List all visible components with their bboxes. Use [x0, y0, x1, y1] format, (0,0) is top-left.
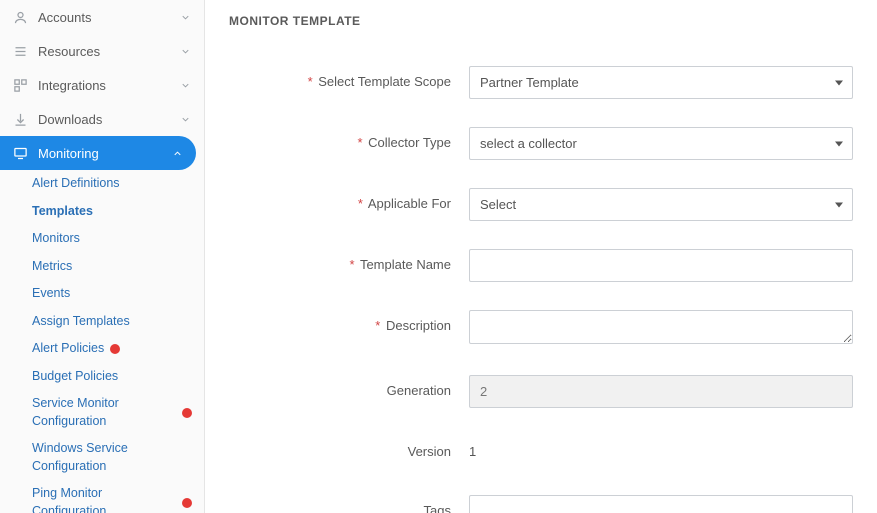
row-tags: Tags [229, 495, 853, 513]
label-template-scope: * Select Template Scope [229, 66, 469, 89]
row-template-scope: * Select Template Scope Partner Template [229, 66, 853, 99]
list-icon [12, 43, 28, 59]
label-version: Version [229, 436, 469, 459]
subnav-label: Templates [32, 203, 93, 221]
textarea-description[interactable] [469, 310, 853, 344]
subnav-label: Alert Definitions [32, 175, 120, 193]
sidebar-label: Integrations [38, 78, 180, 93]
subnav-service-monitor-config[interactable]: Service Monitor Configuration [0, 390, 204, 435]
select-template-scope[interactable]: Partner Template [469, 66, 853, 99]
chevron-down-icon [180, 11, 192, 23]
alert-badge-icon [110, 344, 120, 354]
sidebar-item-monitoring[interactable]: Monitoring [0, 136, 196, 170]
row-applicable-for: * Applicable For Select [229, 188, 853, 221]
row-collector-type: * Collector Type select a collector [229, 127, 853, 160]
subnav-label: Monitors [32, 230, 80, 248]
monitoring-subnav: Alert Definitions Templates Monitors Met… [0, 170, 204, 513]
user-icon [12, 9, 28, 25]
subnav-monitors[interactable]: Monitors [0, 225, 204, 253]
download-icon [12, 111, 28, 127]
label-text: Template Name [360, 257, 451, 272]
label-text: Description [386, 318, 451, 333]
subnav-label: Budget Policies [32, 368, 118, 386]
chevron-up-icon [172, 147, 184, 159]
sidebar: Accounts Resources Integrations Download… [0, 0, 205, 513]
subnav-label: Assign Templates [32, 313, 130, 331]
sidebar-label: Downloads [38, 112, 180, 127]
alert-badge-icon [182, 498, 192, 508]
select-applicable-for[interactable]: Select [469, 188, 853, 221]
input-generation [469, 375, 853, 408]
subnav-alert-policies[interactable]: Alert Policies [0, 335, 204, 363]
subnav-windows-service-config[interactable]: Windows Service Configuration [0, 435, 204, 480]
subnav-label: Metrics [32, 258, 72, 276]
chevron-down-icon [180, 79, 192, 91]
subnav-label: Alert Policies [32, 340, 104, 358]
input-template-name[interactable] [469, 249, 853, 282]
row-template-name: * Template Name [229, 249, 853, 282]
chevron-down-icon [180, 45, 192, 57]
page-title: MONITOR TEMPLATE [229, 14, 853, 28]
textarea-tags[interactable] [469, 495, 853, 513]
label-text: Version [408, 444, 451, 459]
value-version: 1 [469, 436, 853, 467]
sidebar-label: Accounts [38, 10, 180, 25]
main-content: MONITOR TEMPLATE * Select Template Scope… [205, 0, 877, 513]
subnav-budget-policies[interactable]: Budget Policies [0, 363, 204, 391]
label-applicable-for: * Applicable For [229, 188, 469, 211]
monitor-icon [12, 145, 28, 161]
row-version: Version 1 [229, 436, 853, 467]
subnav-templates[interactable]: Templates [0, 198, 204, 226]
subnav-metrics[interactable]: Metrics [0, 253, 204, 281]
subnav-assign-templates[interactable]: Assign Templates [0, 308, 204, 336]
row-generation: Generation [229, 375, 853, 408]
label-text: Applicable For [368, 196, 451, 211]
subnav-alert-definitions[interactable]: Alert Definitions [0, 170, 204, 198]
subnav-label: Events [32, 285, 70, 303]
select-collector-type[interactable]: select a collector [469, 127, 853, 160]
subnav-label: Service Monitor Configuration [32, 395, 176, 430]
subnav-events[interactable]: Events [0, 280, 204, 308]
integrations-icon [12, 77, 28, 93]
alert-badge-icon [182, 408, 192, 418]
sidebar-item-integrations[interactable]: Integrations [0, 68, 204, 102]
sidebar-item-accounts[interactable]: Accounts [0, 0, 204, 34]
label-generation: Generation [229, 375, 469, 398]
sidebar-item-resources[interactable]: Resources [0, 34, 204, 68]
chevron-down-icon [180, 113, 192, 125]
sidebar-label: Monitoring [38, 146, 172, 161]
label-text: Collector Type [368, 135, 451, 150]
sidebar-label: Resources [38, 44, 180, 59]
row-description: * Description [229, 310, 853, 347]
sidebar-item-downloads[interactable]: Downloads [0, 102, 204, 136]
label-collector-type: * Collector Type [229, 127, 469, 150]
subnav-label: Windows Service Configuration [32, 440, 192, 475]
label-description: * Description [229, 310, 469, 333]
label-text: Tags [424, 503, 451, 513]
label-template-name: * Template Name [229, 249, 469, 272]
label-text: Select Template Scope [318, 74, 451, 89]
label-tags: Tags [229, 495, 469, 513]
subnav-ping-monitor-config[interactable]: Ping Monitor Configuration [0, 480, 204, 513]
label-text: Generation [387, 383, 451, 398]
subnav-label: Ping Monitor Configuration [32, 485, 176, 513]
